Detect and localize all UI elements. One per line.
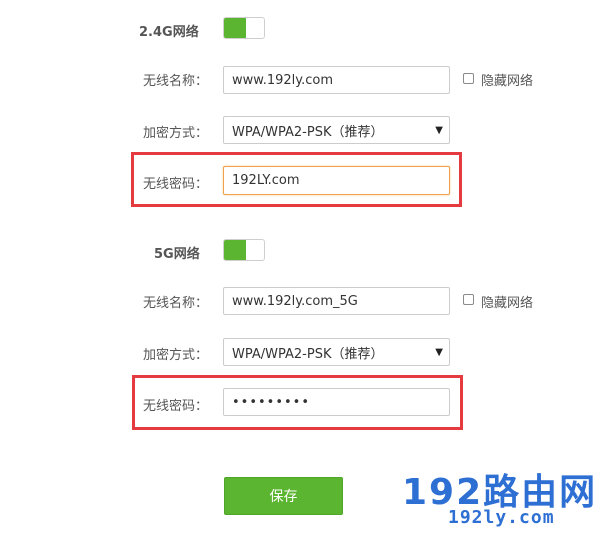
wifi24-password-label: 无线密码： [143, 177, 209, 192]
wifi24-password-value: 192LY.com [232, 173, 300, 188]
wifi5-ssid-value: www.192ly.com_5G [232, 293, 358, 309]
wifi24-ssid-value: www.192ly.com [232, 72, 333, 88]
watermark-url: 192ly.com [448, 507, 555, 528]
wifi24-toggle-knob [224, 18, 246, 38]
wifi5-encryption-label: 加密方式： [143, 348, 209, 363]
wifi24-hide-checkbox[interactable] [463, 73, 474, 84]
wifi24-encryption-value: WPA/WPA2-PSK（推荐） [232, 124, 384, 140]
wifi24-ssid-input[interactable]: www.192ly.com [223, 66, 450, 94]
wifi24-title: 2.4G网络 [139, 25, 199, 40]
wifi5-title: 5G网络 [154, 247, 200, 262]
wifi5-encryption-select[interactable]: WPA/WPA2-PSK（推荐） ▼ [223, 338, 450, 366]
dropdown-arrow-icon: ▼ [435, 347, 443, 358]
wifi5-hide-checkbox[interactable] [463, 294, 474, 305]
wifi5-password-input[interactable]: ••••••••• [223, 388, 450, 416]
wifi5-hide-label: 隐藏网络 [481, 296, 534, 311]
wifi24-toggle[interactable] [223, 17, 265, 39]
wifi24-encryption-label: 加密方式： [143, 126, 209, 141]
wifi5-toggle-knob [224, 240, 246, 260]
wifi24-hide-label: 隐藏网络 [481, 74, 534, 89]
wifi5-password-value: ••••••••• [232, 394, 311, 410]
save-button[interactable]: 保存 [224, 477, 343, 515]
wifi5-ssid-label: 无线名称： [143, 296, 209, 311]
wifi24-password-input[interactable]: 192LY.com [223, 166, 450, 195]
wifi24-encryption-select[interactable]: WPA/WPA2-PSK（推荐） ▼ [223, 116, 450, 144]
wifi5-ssid-input[interactable]: www.192ly.com_5G [223, 287, 450, 315]
wifi5-encryption-value: WPA/WPA2-PSK（推荐） [232, 346, 384, 362]
wifi24-ssid-label: 无线名称： [143, 74, 209, 89]
save-button-label: 保存 [269, 489, 298, 505]
wifi5-toggle[interactable] [223, 239, 265, 261]
dropdown-arrow-icon: ▼ [435, 125, 443, 136]
wifi5-password-label: 无线密码： [143, 399, 209, 414]
